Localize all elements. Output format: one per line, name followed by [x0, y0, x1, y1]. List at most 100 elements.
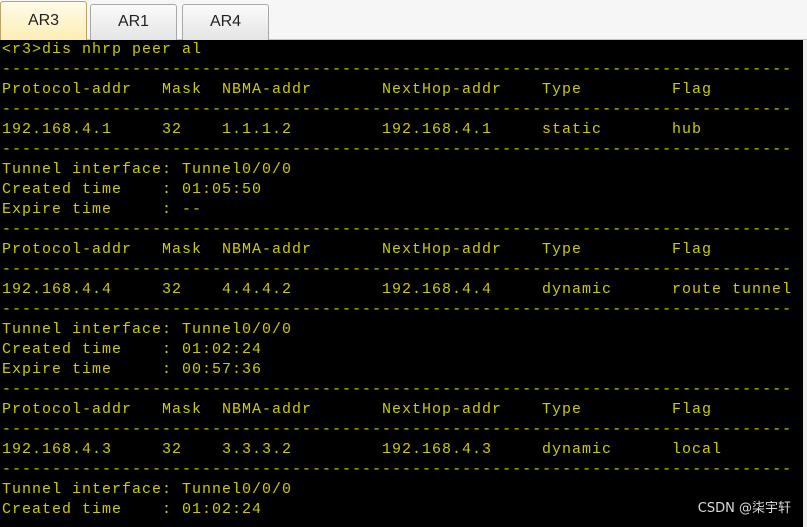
created-time-line: Created time : 01:02:24 [0, 340, 803, 360]
separator-text: ----------------------------------------… [2, 381, 793, 398]
created-time-colon: : [162, 181, 173, 198]
header-mask: Mask [162, 81, 203, 98]
expire-time-value: -- [182, 201, 203, 218]
peer-protocol-addr: 192.168.4.3 [2, 441, 113, 458]
peer-type: dynamic [542, 281, 613, 298]
peer-nbma-addr: 4.4.4.2 [222, 281, 293, 298]
peer-mask: 32 [162, 281, 183, 298]
created-time-value: 01:05:50 [182, 181, 263, 198]
created-time-line: Created time : 01:02:24 [0, 500, 803, 520]
expire-time-line: Expire time : -- [0, 200, 803, 220]
header-type: Type [542, 81, 583, 98]
tab-ar4-label: AR4 [209, 13, 242, 30]
separator-text: ----------------------------------------… [2, 141, 793, 158]
table-header-row: Protocol-addr Mask NBMA-addr NextHop-add… [0, 80, 803, 100]
peer-mask: 32 [162, 121, 183, 138]
peer-flag: local [672, 441, 723, 458]
expire-time-colon: : [162, 201, 173, 218]
separator-line: ----------------------------------------… [0, 460, 803, 480]
tab-ar1-label: AR1 [117, 13, 150, 30]
tab-ar1[interactable]: AR1 [90, 4, 177, 40]
separator-line: ----------------------------------------… [0, 220, 803, 240]
tunnel-interface-value: Tunnel0/0/0 [182, 161, 293, 178]
separator-line: ----------------------------------------… [0, 100, 803, 120]
created-time-label: Created time [2, 341, 123, 358]
separator-text: ----------------------------------------… [2, 101, 793, 118]
tunnel-interface-line: Tunnel interface: Tunnel0/0/0 [0, 160, 803, 180]
created-time-value: 01:02:24 [182, 341, 263, 358]
header-nbma-addr: NBMA-addr [222, 401, 313, 418]
tunnel-interface-label: Tunnel interface: [2, 321, 173, 338]
expire-time-label: Expire time [2, 201, 113, 218]
separator-line: ----------------------------------------… [0, 420, 803, 440]
command-line: <r3>dis nhrp peer al [0, 40, 803, 60]
peer-nbma-addr: 3.3.3.2 [222, 441, 293, 458]
table-row: 192.168.4.4 32 4.4.4.2 192.168.4.4 dynam… [0, 280, 803, 300]
tab-ar4[interactable]: AR4 [182, 4, 269, 40]
tunnel-interface-label: Tunnel interface: [2, 161, 173, 178]
created-time-value: 01:02:24 [182, 501, 263, 518]
table-header-row: Protocol-addr Mask NBMA-addr NextHop-add… [0, 240, 803, 260]
header-mask: Mask [162, 241, 203, 258]
peer-flag: route tunnel [672, 281, 793, 298]
peer-type: dynamic [542, 441, 613, 458]
tunnel-interface-label: Tunnel interface: [2, 481, 173, 498]
header-mask: Mask [162, 401, 203, 418]
peer-nexthop-addr: 192.168.4.4 [382, 281, 493, 298]
session-tab-bar: AR3 AR1 AR4 [0, 0, 807, 40]
peer-protocol-addr: 192.168.4.1 [2, 121, 113, 138]
created-time-label: Created time [2, 501, 123, 518]
created-time-colon: : [162, 341, 173, 358]
tab-ar3-label: AR3 [27, 12, 60, 29]
table-row: 192.168.4.1 32 1.1.1.2 192.168.4.1 stati… [0, 120, 803, 140]
header-flag: Flag [672, 401, 713, 418]
peer-protocol-addr: 192.168.4.4 [2, 281, 113, 298]
tunnel-interface-value: Tunnel0/0/0 [182, 321, 293, 338]
header-nbma-addr: NBMA-addr [222, 81, 313, 98]
table-row: 192.168.4.3 32 3.3.3.2 192.168.4.3 dynam… [0, 440, 803, 460]
header-protocol-addr: Protocol-addr [2, 241, 133, 258]
separator-line: ----------------------------------------… [0, 60, 803, 80]
watermark-text: CSDN @柒宇轩 [697, 501, 791, 516]
separator-line: ----------------------------------------… [0, 300, 803, 320]
created-time-label: Created time [2, 181, 123, 198]
tunnel-interface-value: Tunnel0/0/0 [182, 481, 293, 498]
header-type: Type [542, 241, 583, 258]
separator-text: ----------------------------------------… [2, 221, 793, 238]
separator-line: ----------------------------------------… [0, 380, 803, 400]
command-text: <r3>dis nhrp peer al [2, 41, 203, 58]
header-protocol-addr: Protocol-addr [2, 81, 133, 98]
table-header-row: Protocol-addr Mask NBMA-addr NextHop-add… [0, 400, 803, 420]
separator-text: ----------------------------------------… [2, 261, 793, 278]
terminal-console[interactable]: <r3>dis nhrp peer al -------------------… [0, 40, 803, 527]
header-protocol-addr: Protocol-addr [2, 401, 133, 418]
expire-time-value: 00:57:36 [182, 361, 263, 378]
expire-time-label: Expire time [2, 361, 113, 378]
created-time-colon: : [162, 501, 173, 518]
tunnel-interface-line: Tunnel interface: Tunnel0/0/0 [0, 320, 803, 340]
separator-text: ----------------------------------------… [2, 421, 793, 438]
peer-nexthop-addr: 192.168.4.1 [382, 121, 493, 138]
header-flag: Flag [672, 241, 713, 258]
header-flag: Flag [672, 81, 713, 98]
separator-line: ----------------------------------------… [0, 140, 803, 160]
peer-nexthop-addr: 192.168.4.3 [382, 441, 493, 458]
peer-flag: hub [672, 121, 703, 138]
separator-text: ----------------------------------------… [2, 301, 793, 318]
separator-text: ----------------------------------------… [2, 61, 793, 78]
header-type: Type [542, 401, 583, 418]
peer-nbma-addr: 1.1.1.2 [222, 121, 293, 138]
separator-line: ----------------------------------------… [0, 260, 803, 280]
header-nexthop-addr: NextHop-addr [382, 81, 503, 98]
peer-type: static [542, 121, 603, 138]
expire-time-colon: : [162, 361, 173, 378]
tab-ar3[interactable]: AR3 [0, 1, 87, 40]
header-nexthop-addr: NextHop-addr [382, 241, 503, 258]
tunnel-interface-line: Tunnel interface: Tunnel0/0/0 [0, 480, 803, 500]
expire-time-line: Expire time : 00:57:36 [0, 360, 803, 380]
header-nexthop-addr: NextHop-addr [382, 401, 503, 418]
created-time-line: Created time : 01:05:50 [0, 180, 803, 200]
separator-text: ----------------------------------------… [2, 461, 793, 478]
peer-mask: 32 [162, 441, 183, 458]
header-nbma-addr: NBMA-addr [222, 241, 313, 258]
